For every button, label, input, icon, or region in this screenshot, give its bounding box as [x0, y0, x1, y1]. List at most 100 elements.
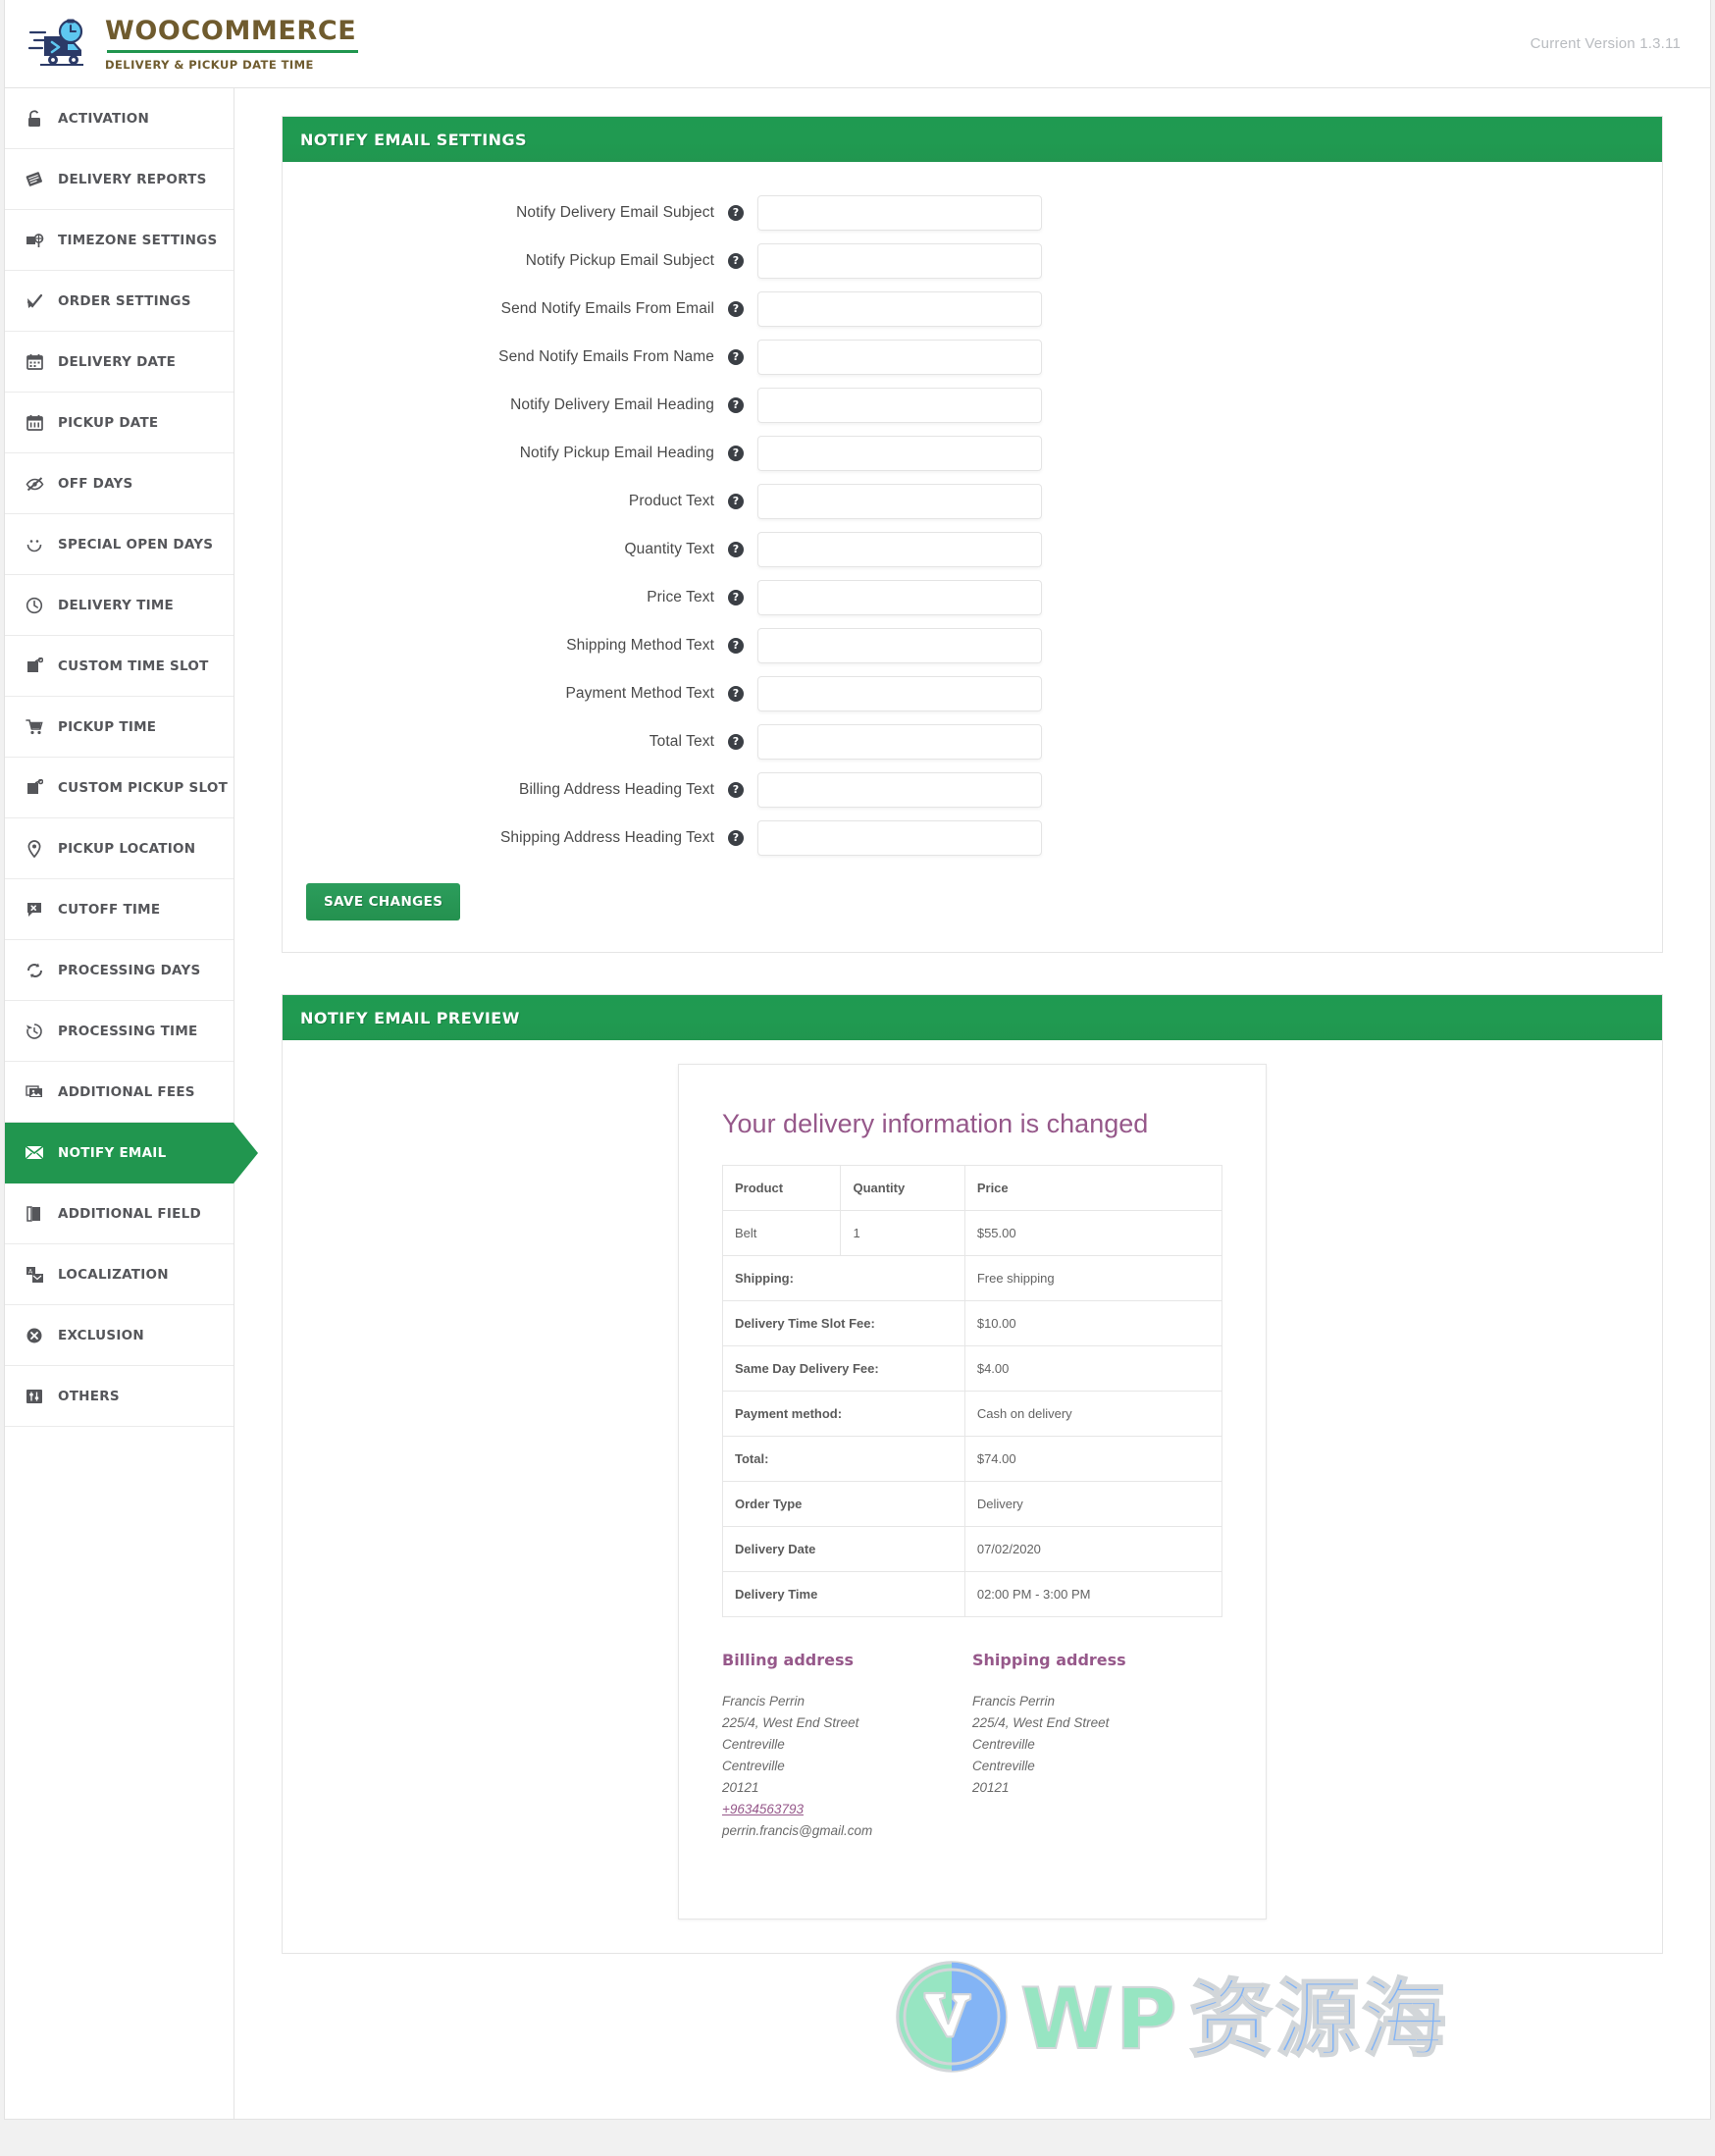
question-mark-icon[interactable]: ?	[728, 782, 744, 798]
question-mark-icon[interactable]: ?	[728, 638, 744, 654]
sidebar-item-additional-field[interactable]: ADDITIONAL FIELD	[5, 1183, 234, 1244]
notify-delivery-email-subject-input[interactable]	[757, 195, 1042, 231]
shipping-address-block: Shipping address Francis Perrin 225/4, W…	[972, 1651, 1222, 1841]
sidebar-item-localization[interactable]: A LOCALIZATION	[5, 1244, 234, 1305]
table-row: Shipping: Free shipping	[723, 1256, 1222, 1301]
question-mark-icon[interactable]: ?	[728, 349, 744, 365]
question-mark-icon[interactable]: ?	[728, 446, 744, 461]
sidebar-item-off-days[interactable]: OFF DAYS	[5, 453, 234, 514]
question-mark-icon[interactable]: ?	[728, 734, 744, 750]
sidebar-item-pickup-date[interactable]: PICKUP DATE	[5, 393, 234, 453]
notify-delivery-email-heading-input[interactable]	[757, 388, 1042, 423]
question-mark-icon[interactable]: ?	[728, 494, 744, 509]
question-mark-icon[interactable]: ?	[728, 590, 744, 605]
cell-value: Free shipping	[964, 1256, 1221, 1301]
question-mark-icon[interactable]: ?	[728, 301, 744, 317]
sidebar-item-processing-time[interactable]: PROCESSING TIME	[5, 1001, 234, 1062]
field-row-quantity-text: Quantity Text ?	[302, 532, 1642, 567]
sidebar-item-cutoff-time[interactable]: CUTOFF TIME	[5, 879, 234, 940]
field-label: Send Notify Emails From Email	[302, 300, 714, 318]
question-mark-icon[interactable]: ?	[728, 686, 744, 702]
sidebar-item-special-open-days[interactable]: SPECIAL OPEN DAYS	[5, 514, 234, 575]
question-mark-icon[interactable]: ?	[728, 253, 744, 269]
sidebar-item-label: TIMEZONE SETTINGS	[58, 233, 217, 248]
notify-pickup-email-subject-input[interactable]	[757, 243, 1042, 279]
sidebar-item-pickup-time[interactable]: PICKUP TIME	[5, 697, 234, 758]
sidebar-item-order-settings[interactable]: ORDER SETTINGS	[5, 271, 234, 332]
sidebar-item-label: ORDER SETTINGS	[58, 293, 191, 309]
sidebar-item-pickup-location[interactable]: PICKUP LOCATION	[5, 818, 234, 879]
payment-method-text-input[interactable]	[757, 676, 1042, 711]
field-label: Shipping Method Text	[302, 637, 714, 655]
table-row: Same Day Delivery Fee: $4.00	[723, 1346, 1222, 1392]
send-notify-emails-from-email-input[interactable]	[757, 291, 1042, 327]
field-row-notify-delivery-email-heading: Notify Delivery Email Heading ?	[302, 388, 1642, 423]
question-mark-icon[interactable]: ?	[728, 830, 744, 846]
sidebar-item-additional-fees[interactable]: ADDITIONAL FEES	[5, 1062, 234, 1123]
sidebar-item-label: DELIVERY DATE	[58, 354, 176, 370]
field-row-send-notify-emails-from-email: Send Notify Emails From Email ?	[302, 291, 1642, 327]
sidebar-item-label: CUSTOM TIME SLOT	[58, 658, 209, 674]
quantity-text-input[interactable]	[757, 532, 1042, 567]
cell-product: Belt	[723, 1211, 841, 1256]
billing-phone-link[interactable]: +9634563793	[722, 1802, 804, 1816]
price-text-input[interactable]	[757, 580, 1042, 615]
order-check-icon	[25, 291, 44, 311]
settings-form: Notify Delivery Email Subject ? Notify P…	[283, 162, 1662, 952]
cell-label: Total:	[723, 1437, 965, 1482]
sidebar-item-timezone-settings[interactable]: TIMEZONE SETTINGS	[5, 210, 234, 271]
save-changes-button[interactable]: SAVE CHANGES	[306, 883, 460, 920]
shipping-address-heading-text-input[interactable]	[757, 820, 1042, 856]
notify-email-preview-panel: NOTIFY EMAIL PREVIEW Your delivery infor…	[282, 994, 1663, 1954]
cell-quantity: 1	[841, 1211, 964, 1256]
sidebar-item-label: PROCESSING TIME	[58, 1024, 197, 1039]
notify-pickup-email-heading-input[interactable]	[757, 436, 1042, 471]
sidebar-item-label: OFF DAYS	[58, 476, 132, 492]
sidebar-item-custom-time-slot[interactable]: CUSTOM TIME SLOT	[5, 636, 234, 697]
billing-zip: 20121	[722, 1777, 972, 1799]
sidebar-item-activation[interactable]: ACTIVATION	[5, 88, 234, 149]
question-mark-icon[interactable]: ?	[728, 397, 744, 413]
sidebar-item-delivery-reports[interactable]: DELIVERY REPORTS	[5, 149, 234, 210]
field-row-notify-pickup-email-subject: Notify Pickup Email Subject ?	[302, 243, 1642, 279]
sidebar-item-delivery-date[interactable]: DELIVERY DATE	[5, 332, 234, 393]
flag-globe-icon	[25, 231, 44, 250]
sidebar-item-exclusion[interactable]: EXCLUSION	[5, 1305, 234, 1366]
billing-address-heading-text-input[interactable]	[757, 772, 1042, 808]
slot-tag-icon	[25, 657, 44, 676]
eye-off-icon	[25, 474, 44, 494]
field-row-price-text: Price Text ?	[302, 580, 1642, 615]
addresses-row: Billing address Francis Perrin 225/4, We…	[722, 1651, 1222, 1841]
total-text-input[interactable]	[757, 724, 1042, 760]
column-header-product: Product	[723, 1166, 841, 1211]
app-header: WOOCOMMERCE DELIVERY & PICKUP DATE TIME …	[5, 0, 1710, 88]
sidebar-item-label: PICKUP LOCATION	[58, 841, 195, 857]
billing-address-block: Billing address Francis Perrin 225/4, We…	[722, 1651, 972, 1841]
sidebar-item-notify-email[interactable]: NOTIFY EMAIL	[5, 1123, 234, 1183]
email-order-table: Product Quantity Price Belt 1 $55.00 Shi…	[722, 1165, 1222, 1617]
cell-price: $55.00	[964, 1211, 1221, 1256]
plugin-admin-page: WOOCOMMERCE DELIVERY & PICKUP DATE TIME …	[4, 0, 1711, 2120]
shipping-street: 225/4, West End Street	[972, 1712, 1222, 1734]
sidebar-item-processing-days[interactable]: PROCESSING DAYS	[5, 940, 234, 1001]
table-row: Delivery Time 02:00 PM - 3:00 PM	[723, 1572, 1222, 1617]
sidebar-item-others[interactable]: OTHERS	[5, 1366, 234, 1427]
question-mark-icon[interactable]: ?	[728, 542, 744, 557]
field-row-shipping-address-heading-text: Shipping Address Heading Text ?	[302, 820, 1642, 856]
send-notify-emails-from-name-input[interactable]	[757, 340, 1042, 375]
field-row-notify-delivery-email-subject: Notify Delivery Email Subject ?	[302, 195, 1642, 231]
chat-x-icon	[25, 900, 44, 920]
shipping-name: Francis Perrin	[972, 1691, 1222, 1712]
report-icon	[25, 170, 44, 189]
product-text-input[interactable]	[757, 484, 1042, 519]
sidebar-item-delivery-time[interactable]: DELIVERY TIME	[5, 575, 234, 636]
question-mark-icon[interactable]: ?	[728, 205, 744, 221]
sidebar-item-label: CUSTOM PICKUP SLOT	[58, 780, 228, 796]
billing-address-lines: Francis Perrin 225/4, West End Street Ce…	[722, 1691, 972, 1841]
sidebar-item-custom-pickup-slot[interactable]: CUSTOM PICKUP SLOT	[5, 758, 234, 818]
notify-email-settings-panel: NOTIFY EMAIL SETTINGS Notify Delivery Em…	[282, 116, 1663, 953]
field-row-product-text: Product Text ?	[302, 484, 1642, 519]
shipping-method-text-input[interactable]	[757, 628, 1042, 663]
cell-value: Delivery	[964, 1482, 1221, 1527]
sidebar-item-label: PICKUP DATE	[58, 415, 158, 431]
